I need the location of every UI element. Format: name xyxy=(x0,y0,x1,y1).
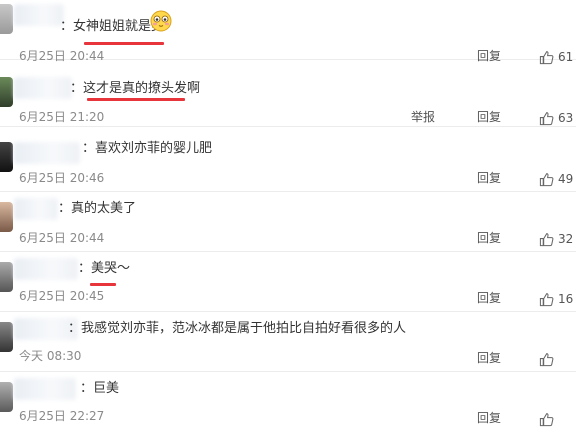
reply-button[interactable]: 回复 xyxy=(477,230,501,246)
comment-text: ：美哭～ xyxy=(78,261,131,276)
blush-face-emoji xyxy=(150,10,172,32)
comment-time: 6月25日 20:45 xyxy=(19,289,105,303)
comment-time: 6月25日 22:27 xyxy=(19,409,105,423)
like-button[interactable] xyxy=(539,410,558,428)
avatar[interactable] xyxy=(0,77,13,107)
thumbs-up-icon xyxy=(539,172,554,186)
reply-button[interactable]: 回复 xyxy=(477,410,501,426)
like-button[interactable]: 16 xyxy=(539,290,573,308)
red-underline-annotation xyxy=(87,98,185,101)
comment-item: ：这才是真的撩头发啊 6月25日 21:20 举报 回复 63 xyxy=(0,67,576,127)
reply-button[interactable]: 回复 xyxy=(477,290,501,306)
comment-time: 6月25日 20:44 xyxy=(19,231,105,245)
avatar[interactable] xyxy=(0,322,13,352)
comment-text: ：我感觉刘亦菲，范冰冰都是属于他拍比自拍好看很多的人 xyxy=(68,321,407,336)
thumbs-up-icon xyxy=(539,292,554,306)
thumbs-up-icon xyxy=(539,50,554,64)
like-count: 32 xyxy=(558,232,574,246)
username-blurred[interactable] xyxy=(14,142,80,164)
comment-time: 今天 08:30 xyxy=(19,349,82,363)
comment-item: ：真的太美了 6月25日 20:44 回复 32 xyxy=(0,192,576,252)
like-button[interactable]: 49 xyxy=(539,170,573,188)
avatar[interactable] xyxy=(0,382,13,412)
comment-time: 6月25日 21:20 xyxy=(19,110,105,124)
username-blurred[interactable] xyxy=(14,258,78,280)
report-button[interactable]: 举报 xyxy=(411,109,435,125)
like-count: 61 xyxy=(558,50,574,64)
comment-list: ：女神姐姐就是美 6月25日 20:44 回复 61 ：这才是真的撩头发啊 6月… xyxy=(0,0,576,431)
comment-text: ：女神姐姐就是美 xyxy=(60,19,165,34)
thumbs-up-icon xyxy=(539,352,554,366)
username-blurred[interactable] xyxy=(14,198,58,220)
comment-time: 6月25日 20:44 xyxy=(19,49,105,63)
comment-item: ：女神姐姐就是美 6月25日 20:44 回复 61 xyxy=(0,0,576,64)
avatar[interactable] xyxy=(0,142,13,172)
username-blurred[interactable] xyxy=(14,77,72,99)
avatar[interactable] xyxy=(0,4,13,34)
thumbs-up-icon xyxy=(539,412,554,426)
reply-button[interactable]: 回复 xyxy=(477,170,501,186)
comment-text: ：真的太美了 xyxy=(58,201,137,216)
comment-time: 6月25日 20:46 xyxy=(19,171,105,185)
comment-item: ：我感觉刘亦菲，范冰冰都是属于他拍比自拍好看很多的人 今天 08:30 回复 xyxy=(0,312,576,372)
avatar[interactable] xyxy=(0,262,13,292)
username-blurred[interactable] xyxy=(14,4,64,26)
like-button[interactable]: 32 xyxy=(539,230,573,248)
thumbs-up-icon xyxy=(539,232,554,246)
username-blurred[interactable] xyxy=(14,378,76,400)
red-underline-annotation xyxy=(84,42,164,45)
avatar[interactable] xyxy=(0,202,13,232)
reply-button[interactable]: 回复 xyxy=(477,109,501,125)
comment-item: ：巨美 6月25日 22:27 回复 xyxy=(0,372,576,432)
like-button[interactable]: 61 xyxy=(539,48,573,66)
comment-item: ：喜欢刘亦菲的婴儿肥 6月25日 20:46 回复 49 xyxy=(0,132,576,192)
thumbs-up-icon xyxy=(539,111,554,125)
comment-text: ：巨美 xyxy=(80,381,120,396)
like-count: 16 xyxy=(558,292,574,306)
red-underline-annotation xyxy=(90,283,116,286)
like-count: 63 xyxy=(558,111,574,125)
like-button[interactable]: 63 xyxy=(539,109,573,127)
reply-button[interactable]: 回复 xyxy=(477,48,501,64)
comment-text: ：喜欢刘亦菲的婴儿肥 xyxy=(82,141,213,156)
like-button[interactable] xyxy=(539,350,558,368)
like-count: 49 xyxy=(558,172,574,186)
reply-button[interactable]: 回复 xyxy=(477,350,501,366)
comment-item: ：美哭～ 6月25日 20:45 回复 16 xyxy=(0,252,576,312)
